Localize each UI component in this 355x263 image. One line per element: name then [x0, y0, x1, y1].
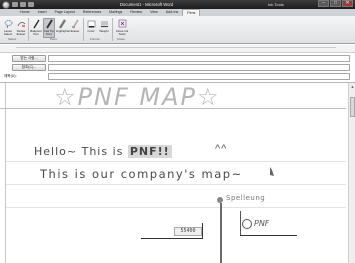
cc-button[interactable]: 참조(C)...: [12, 64, 46, 71]
minimize-button[interactable]: –: [318, 0, 329, 7]
ruled-line: [6, 184, 346, 185]
window-controls: – □ ✕: [318, 0, 353, 7]
save-icon[interactable]: [12, 2, 18, 7]
tab-page-layout[interactable]: Page Layout: [51, 9, 79, 16]
scroll-thumb[interactable]: [350, 97, 355, 117]
document-page[interactable]: ☆PNF MAP☆ Hello~ This is PNF!! ^^ This i…: [0, 82, 355, 263]
subject-label: 제목(U):: [4, 74, 17, 78]
lasso-icon: [4, 20, 12, 29]
office-button[interactable]: [2, 0, 10, 9]
subject-field[interactable]: [48, 73, 350, 80]
to-button[interactable]: 받는 사람...: [12, 55, 46, 62]
map-sign: 55400: [174, 227, 202, 236]
ballpoint-pen-icon: [32, 19, 40, 29]
page-margin: [5, 83, 6, 263]
tab-add-ins[interactable]: Add-Ins: [162, 9, 182, 16]
group-label-close: Close: [117, 37, 125, 41]
ruled-line: [6, 161, 346, 162]
ribbon-tabs: Home Insert Page Layout References Maili…: [0, 9, 355, 16]
vertical-scrollbar[interactable]: ▲: [348, 83, 355, 263]
eraser-icon: [17, 22, 25, 27]
separator: [28, 18, 29, 41]
tab-view[interactable]: View: [146, 9, 162, 16]
divider: [0, 108, 346, 109]
separator: [112, 18, 113, 41]
color-icon: [87, 20, 95, 28]
ink-line-map-intro: This is our company's map~: [40, 167, 243, 181]
eraser-button[interactable]: Eraser: [69, 19, 81, 33]
pnf-logo-text: PNF: [254, 219, 270, 228]
ruler: [0, 45, 355, 53]
window-title: Document1 - Microsoft Word: [120, 2, 174, 7]
ink-line-greeting: Hello~ This is PNF!!: [34, 145, 172, 158]
separator: [83, 18, 84, 41]
tab-mailings[interactable]: Mailings: [105, 9, 126, 16]
context-title: Ink Tools: [268, 2, 284, 7]
tab-insert[interactable]: Insert: [34, 9, 51, 16]
felt-tip-pen-icon: [45, 19, 53, 29]
tab-home[interactable]: Home: [16, 9, 34, 16]
tab-references[interactable]: References: [79, 9, 105, 16]
redo-icon[interactable]: [28, 2, 34, 7]
ballpoint-pen-button[interactable]: Ballpoint Pen: [30, 19, 42, 37]
ruled-line: [6, 207, 346, 208]
weight-button[interactable]: Weight: [98, 19, 110, 33]
title-bar: Document1 - Microsoft Word Ink Tools – □…: [0, 0, 355, 9]
eraser-icon: [71, 19, 79, 29]
landmark-label: Spelleung: [226, 194, 266, 202]
close-ink-icon: [118, 19, 126, 28]
color-button[interactable]: Color: [85, 19, 97, 33]
pnf-logo-icon: [242, 219, 252, 229]
lasso-select-button[interactable]: Lasso Select: [2, 19, 14, 37]
stroke-eraser-button[interactable]: Stroke Eraser: [15, 19, 27, 37]
greeting-text: Hello~ This is: [34, 145, 128, 158]
bulb-icon: [270, 167, 274, 176]
felt-tip-pen-button[interactable]: Felt Tip Pen: [43, 18, 55, 38]
group-label-pens: Pens: [50, 37, 57, 41]
ribbon: Lasso Select Stroke Eraser Ballpoint Pen…: [0, 16, 355, 44]
map-road: [202, 223, 203, 239]
close-button[interactable]: ✕: [342, 0, 353, 7]
group-label-format: Format: [90, 37, 100, 41]
undo-icon[interactable]: [20, 2, 26, 7]
tab-review[interactable]: Review: [126, 9, 146, 16]
to-row: 받는 사람...: [0, 55, 355, 63]
page-title: ☆PNF MAP☆: [54, 83, 221, 111]
map-road: [141, 238, 203, 239]
cc-row: 참조(C)...: [0, 64, 355, 72]
group-label-select: Select: [8, 37, 17, 41]
weight-icon: [100, 21, 108, 28]
map-road: [240, 211, 241, 235]
tab-pens[interactable]: Pens: [182, 9, 201, 16]
highlighter-button[interactable]: Highlighter: [56, 19, 70, 33]
close-ink-tools-button[interactable]: Close Ink Tools: [114, 19, 130, 37]
highlighter-icon: [58, 19, 66, 29]
quick-access-toolbar: [2, 0, 34, 9]
to-field[interactable]: [48, 55, 350, 62]
scroll-up-icon[interactable]: ▲: [350, 84, 355, 89]
subject-row: 제목(U):: [0, 73, 355, 81]
pnf-highlight: PNF!!: [127, 145, 172, 158]
map-road: [240, 235, 297, 236]
map-road: [220, 203, 222, 263]
cc-field[interactable]: [48, 64, 350, 71]
maximize-button[interactable]: □: [330, 0, 341, 7]
emoticon: ^^: [215, 143, 228, 155]
